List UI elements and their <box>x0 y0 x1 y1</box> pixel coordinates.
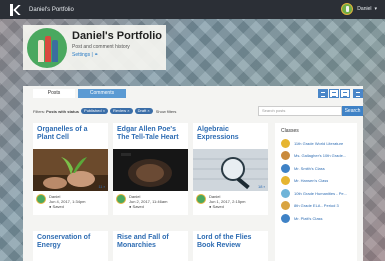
search-button[interactable]: Search <box>342 106 363 116</box>
post-card[interactable]: Algebraic Expressions 18 ▪ Daniel Jun 1,… <box>193 123 268 215</box>
class-avatar-icon <box>281 201 290 211</box>
post-title[interactable]: Conservation of Energy <box>33 231 108 250</box>
classes-heading: Classes <box>281 128 299 134</box>
user-name: Daniel <box>357 6 372 12</box>
page-title: Daniel's Portfolio <box>72 30 163 42</box>
post-card[interactable]: Rise and Fall of Monarchies <box>113 231 188 261</box>
column-view-icon[interactable] <box>353 89 363 98</box>
chevron-down-icon: ▾ <box>374 6 377 12</box>
class-label[interactable]: Ms. Gallagher's 10th Grade... <box>294 153 346 158</box>
class-label[interactable]: 10th Grade Humanities - Pe... <box>294 191 347 196</box>
class-item[interactable]: Ms. Gallagher's 10th Grade... <box>275 150 357 163</box>
comment-count: 18 ▪ <box>258 184 265 189</box>
class-avatar-icon <box>281 138 290 148</box>
filter-bold-label: Posts with status <box>46 108 80 114</box>
class-item[interactable]: Mr. Hansen's Class <box>275 175 357 188</box>
class-item[interactable]: 8th Grade ELA - Period 3 <box>275 200 357 213</box>
class-label[interactable]: Mr. Platt's Class <box>294 216 323 221</box>
post-title[interactable]: Edgar Allen Poe's The Tell-Tale Heart <box>113 123 188 146</box>
post-author: Daniel Jun 1, 2017, 2:15pm ● Saved <box>196 194 245 209</box>
filter-pill-published[interactable]: Published × <box>81 108 109 114</box>
settings-link[interactable]: Settings | ⚭ <box>72 52 162 58</box>
comment-count: 11 ▪ <box>98 184 105 189</box>
book-icon <box>45 36 51 62</box>
class-item[interactable]: Mr. Smith's Class <box>275 162 357 175</box>
kiddom-logo[interactable] <box>9 3 23 17</box>
post-status: ● Saved <box>209 204 224 209</box>
class-label[interactable]: Mr. Hansen's Class <box>294 178 328 183</box>
top-bar: Daniel's Portfolio Daniel ▾ <box>0 0 385 19</box>
class-label[interactable]: 8th Grade ELA - Period 3 <box>294 203 339 208</box>
filter-label: Filters: <box>33 108 45 114</box>
class-avatar-icon <box>281 176 290 186</box>
post-author: Daniel Jun 2, 2017, 11:46am ● Saved <box>116 194 167 209</box>
book-icon <box>38 40 44 62</box>
post-status: ● Saved <box>49 204 64 209</box>
class-avatar-icon <box>281 151 290 161</box>
author-avatar <box>116 194 126 204</box>
post-image <box>113 149 188 191</box>
post-image <box>193 149 268 191</box>
filter-pill-draft[interactable]: Draft × <box>134 108 153 114</box>
class-item[interactable]: 10th Grade Humanities - Pe... <box>275 187 357 200</box>
post-image <box>33 149 108 191</box>
post-title[interactable]: Lord of the Flies Book Review <box>193 231 268 250</box>
class-avatar-icon <box>281 163 290 173</box>
post-title[interactable]: Algebraic Expressions <box>193 123 268 146</box>
search-input[interactable]: Search posts <box>258 106 342 116</box>
author-avatar <box>196 194 206 204</box>
post-author: Daniel Jun 4, 2017, 1:34pm ● Saved <box>36 194 85 209</box>
grid-view-icon[interactable] <box>318 89 328 98</box>
post-title[interactable]: Organelles of a Plant Cell <box>33 123 108 146</box>
class-label[interactable]: Mr. Smith's Class <box>294 166 325 171</box>
list-view-icon[interactable] <box>329 89 339 98</box>
post-card[interactable]: Lord of the Flies Book Review <box>193 231 268 261</box>
post-card[interactable]: Organelles of a Plant Cell 11 ▪ Daniel J… <box>33 123 108 215</box>
post-card[interactable]: Edgar Allen Poe's The Tell-Tale Heart Da… <box>113 123 188 215</box>
post-card[interactable]: Conservation of Energy <box>33 231 108 261</box>
tab-posts[interactable]: Posts <box>33 89 75 98</box>
profile-header: Daniel's Portfolio Post and comment hist… <box>23 25 166 70</box>
post-status: ● Saved <box>129 204 144 209</box>
show-filters-link[interactable]: Show filters <box>156 109 177 114</box>
compact-view-icon[interactable] <box>340 89 350 98</box>
tab-comments[interactable]: Comments <box>78 89 126 98</box>
classes-panel: Classes 11th Grade World Literature Ms. … <box>275 123 357 261</box>
profile-avatar <box>27 28 67 68</box>
class-avatar-icon <box>281 213 290 223</box>
content-panel: Posts Comments Filters: Posts with statu… <box>23 86 363 261</box>
author-avatar <box>36 194 46 204</box>
user-avatar-icon <box>341 3 354 15</box>
profile-subtitle: Post and comment history <box>72 44 130 50</box>
book-icon <box>52 40 58 62</box>
class-label[interactable]: 11th Grade World Literature <box>294 141 343 146</box>
class-item[interactable]: 11th Grade World Literature <box>275 137 357 150</box>
user-menu[interactable]: Daniel ▾ <box>341 3 377 15</box>
class-item[interactable]: Mr. Platt's Class <box>275 212 357 225</box>
filter-row: Filters: Posts with status Published × R… <box>33 108 176 114</box>
filter-pill-review[interactable]: Review × <box>110 108 133 114</box>
topbar-title[interactable]: Daniel's Portfolio <box>29 7 74 13</box>
post-title[interactable]: Rise and Fall of Monarchies <box>113 231 188 250</box>
class-avatar-icon <box>281 188 290 198</box>
